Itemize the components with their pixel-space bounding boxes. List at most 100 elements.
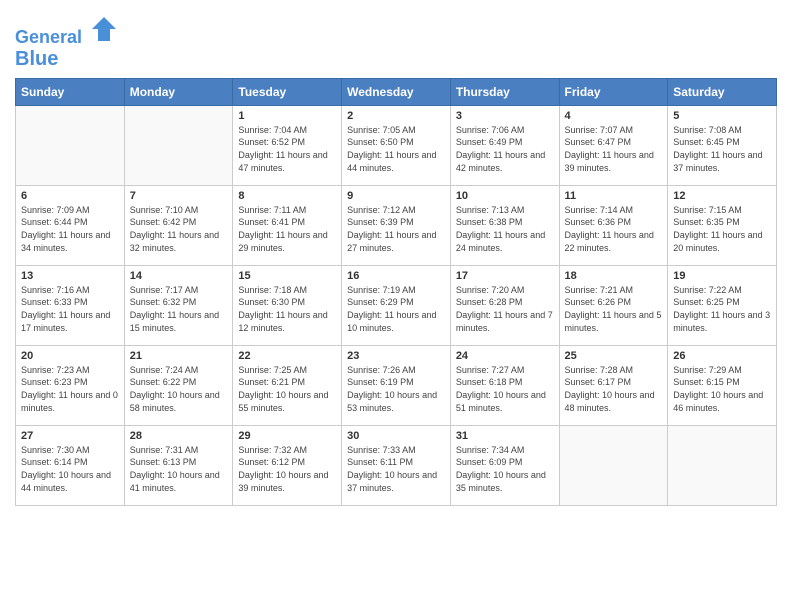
calendar-cell: 16 Sunrise: 7:19 AM Sunset: 6:29 PM Dayli… [342,265,451,345]
day-info: Sunrise: 7:24 AM Sunset: 6:22 PM Dayligh… [130,364,228,414]
calendar-cell: 15Sunrise: 7:18 AM Sunset: 6:30 PM Dayli… [233,265,342,345]
day-number: 18 [565,270,663,282]
day-info: Sunrise: 7:34 AM Sunset: 6:09 PM Dayligh… [456,444,554,494]
header: General Blue [15,10,777,70]
day-info: Sunrise: 7:04 AM Sunset: 6:52 PM Dayligh… [238,124,336,174]
calendar-cell: 12 Sunrise: 7:15 AM Sunset: 6:35 PM Dayli… [668,185,777,265]
day-number: 16 [347,270,445,282]
day-info: Sunrise: 7:17 AM Sunset: 6:32 PM Dayligh… [130,284,228,334]
calendar-cell: 29Sunrise: 7:32 AM Sunset: 6:12 PM Dayli… [233,425,342,505]
day-number: 24 [456,350,554,362]
day-number: 4 [565,110,663,122]
calendar: SundayMondayTuesdayWednesdayThursdayFrid… [15,78,777,506]
day-number: 10 [456,190,554,202]
day-info: Sunrise: 7:08 AM Sunset: 6:45 PM Dayligh… [673,124,771,174]
calendar-cell [16,105,125,185]
page: General Blue SundayMondayTuesdayWednesda… [0,0,792,521]
day-number: 21 [130,350,228,362]
calendar-body: 1Sunrise: 7:04 AM Sunset: 6:52 PM Daylig… [16,105,777,505]
day-header-tuesday: Tuesday [233,78,342,105]
day-number: 30 [347,430,445,442]
day-info: Sunrise: 7:14 AM Sunset: 6:36 PM Dayligh… [565,204,663,254]
calendar-cell: 10 Sunrise: 7:13 AM Sunset: 6:38 PM Dayli… [450,185,559,265]
day-number: 22 [238,350,336,362]
day-header-saturday: Saturday [668,78,777,105]
day-number: 31 [456,430,554,442]
logo-general: General [15,27,82,47]
calendar-cell: 6 Sunrise: 7:09 AM Sunset: 6:44 PM Daylig… [16,185,125,265]
day-number: 11 [565,190,663,202]
day-number: 5 [673,110,771,122]
calendar-cell: 26Sunrise: 7:29 AM Sunset: 6:15 PM Dayli… [668,345,777,425]
calendar-cell [124,105,233,185]
day-number: 27 [21,430,119,442]
day-header-friday: Friday [559,78,668,105]
calendar-cell: 24 Sunrise: 7:27 AM Sunset: 6:18 PM Dayli… [450,345,559,425]
calendar-cell: 2 Sunrise: 7:05 AM Sunset: 6:50 PM Daylig… [342,105,451,185]
logo-blue: Blue [15,48,118,70]
day-info: Sunrise: 7:05 AM Sunset: 6:50 PM Dayligh… [347,124,445,174]
day-number: 12 [673,190,771,202]
day-info: Sunrise: 7:11 AM Sunset: 6:41 PM Dayligh… [238,204,336,254]
calendar-cell: 19 Sunrise: 7:22 AM Sunset: 6:25 PM Dayli… [668,265,777,345]
day-number: 8 [238,190,336,202]
calendar-header: SundayMondayTuesdayWednesdayThursdayFrid… [16,78,777,105]
day-number: 14 [130,270,228,282]
week-row-5: 27 Sunrise: 7:30 AM Sunset: 6:14 PM Dayli… [16,425,777,505]
calendar-cell: 13 Sunrise: 7:16 AM Sunset: 6:33 PM Dayli… [16,265,125,345]
day-header-sunday: Sunday [16,78,125,105]
day-info: Sunrise: 7:18 AM Sunset: 6:30 PM Dayligh… [238,284,336,334]
day-info: Sunrise: 7:31 AM Sunset: 6:13 PM Dayligh… [130,444,228,494]
calendar-cell [559,425,668,505]
day-info: Sunrise: 7:25 AM Sunset: 6:21 PM Dayligh… [238,364,336,414]
calendar-cell: 21 Sunrise: 7:24 AM Sunset: 6:22 PM Dayli… [124,345,233,425]
calendar-cell: 5 Sunrise: 7:08 AM Sunset: 6:45 PM Daylig… [668,105,777,185]
day-number: 9 [347,190,445,202]
calendar-cell: 8 Sunrise: 7:11 AM Sunset: 6:41 PM Daylig… [233,185,342,265]
week-row-2: 6 Sunrise: 7:09 AM Sunset: 6:44 PM Daylig… [16,185,777,265]
day-number: 29 [238,430,336,442]
day-header-monday: Monday [124,78,233,105]
day-number: 28 [130,430,228,442]
day-info: Sunrise: 7:16 AM Sunset: 6:33 PM Dayligh… [21,284,119,334]
calendar-cell: 14 Sunrise: 7:17 AM Sunset: 6:32 PM Dayli… [124,265,233,345]
day-number: 3 [456,110,554,122]
week-row-1: 1Sunrise: 7:04 AM Sunset: 6:52 PM Daylig… [16,105,777,185]
day-info: Sunrise: 7:21 AM Sunset: 6:26 PM Dayligh… [565,284,663,334]
logo-icon [90,15,118,43]
day-info: Sunrise: 7:20 AM Sunset: 6:28 PM Dayligh… [456,284,554,334]
logo: General Blue [15,10,118,70]
day-number: 19 [673,270,771,282]
calendar-cell: 1Sunrise: 7:04 AM Sunset: 6:52 PM Daylig… [233,105,342,185]
day-header-thursday: Thursday [450,78,559,105]
calendar-cell: 18 Sunrise: 7:21 AM Sunset: 6:26 PM Dayli… [559,265,668,345]
week-row-4: 20 Sunrise: 7:23 AM Sunset: 6:23 PM Dayli… [16,345,777,425]
day-info: Sunrise: 7:06 AM Sunset: 6:49 PM Dayligh… [456,124,554,174]
day-number: 6 [21,190,119,202]
day-info: Sunrise: 7:09 AM Sunset: 6:44 PM Dayligh… [21,204,119,254]
calendar-cell: 28 Sunrise: 7:31 AM Sunset: 6:13 PM Dayli… [124,425,233,505]
calendar-cell [668,425,777,505]
day-info: Sunrise: 7:10 AM Sunset: 6:42 PM Dayligh… [130,204,228,254]
calendar-cell: 11 Sunrise: 7:14 AM Sunset: 6:36 PM Dayli… [559,185,668,265]
calendar-cell: 30Sunrise: 7:33 AM Sunset: 6:11 PM Dayli… [342,425,451,505]
day-number: 17 [456,270,554,282]
day-number: 2 [347,110,445,122]
calendar-cell: 20 Sunrise: 7:23 AM Sunset: 6:23 PM Dayli… [16,345,125,425]
day-info: Sunrise: 7:13 AM Sunset: 6:38 PM Dayligh… [456,204,554,254]
calendar-cell: 31 Sunrise: 7:34 AM Sunset: 6:09 PM Dayli… [450,425,559,505]
calendar-cell: 3 Sunrise: 7:06 AM Sunset: 6:49 PM Daylig… [450,105,559,185]
day-info: Sunrise: 7:22 AM Sunset: 6:25 PM Dayligh… [673,284,771,334]
day-info: Sunrise: 7:15 AM Sunset: 6:35 PM Dayligh… [673,204,771,254]
day-info: Sunrise: 7:23 AM Sunset: 6:23 PM Dayligh… [21,364,119,414]
day-info: Sunrise: 7:12 AM Sunset: 6:39 PM Dayligh… [347,204,445,254]
day-info: Sunrise: 7:27 AM Sunset: 6:18 PM Dayligh… [456,364,554,414]
day-number: 13 [21,270,119,282]
day-number: 26 [673,350,771,362]
day-info: Sunrise: 7:30 AM Sunset: 6:14 PM Dayligh… [21,444,119,494]
calendar-cell: 25Sunrise: 7:28 AM Sunset: 6:17 PM Dayli… [559,345,668,425]
day-info: Sunrise: 7:19 AM Sunset: 6:29 PM Dayligh… [347,284,445,334]
day-number: 20 [21,350,119,362]
day-info: Sunrise: 7:26 AM Sunset: 6:19 PM Dayligh… [347,364,445,414]
day-info: Sunrise: 7:07 AM Sunset: 6:47 PM Dayligh… [565,124,663,174]
